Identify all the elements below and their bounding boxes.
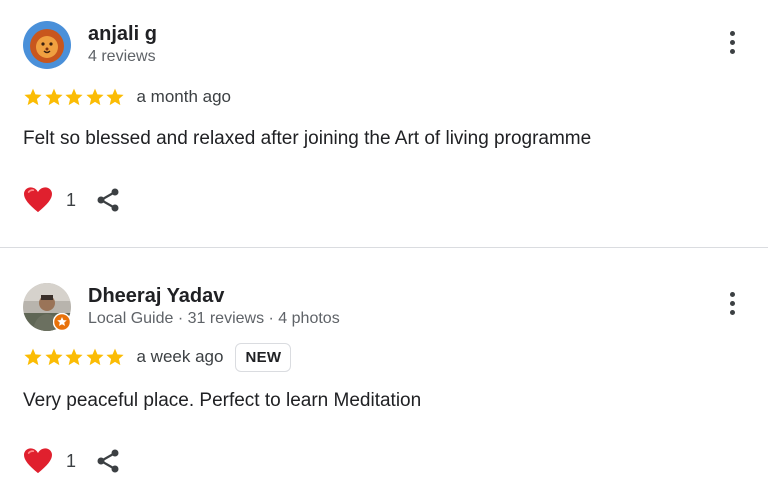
star-icon (85, 348, 104, 366)
heart-icon[interactable] (23, 447, 53, 475)
profile-photo-avatar[interactable] (23, 283, 71, 331)
star-icon (65, 348, 83, 366)
rating-row: a month ago (23, 85, 231, 109)
star-icon (24, 88, 42, 106)
share-icon[interactable] (95, 187, 121, 213)
lion-avatar-icon[interactable] (23, 21, 71, 69)
heart-icon[interactable] (23, 186, 53, 214)
star-icon (24, 348, 42, 366)
share-icon[interactable] (95, 448, 121, 474)
reviewer-meta: 4 reviews (88, 48, 156, 65)
reviewer-name[interactable]: anjali g (88, 22, 157, 46)
review-card: anjali g 4 reviews a month ago Felt so b… (0, 0, 768, 247)
more-options-icon[interactable] (724, 31, 740, 59)
local-guide-badge-icon (53, 313, 71, 331)
star-icon (65, 88, 83, 106)
review-time: a week ago (136, 347, 224, 366)
review-time: a month ago (136, 87, 232, 106)
review-text: Very peaceful place. Perfect to learn Me… (23, 390, 422, 411)
review-text: Felt so blessed and relaxed after joinin… (23, 128, 592, 149)
review-card: Dheeraj Yadav Local Guide · 31 reviews ·… (0, 248, 768, 492)
star-icon (85, 88, 104, 106)
star-rating (23, 347, 126, 367)
review-actions: 1 (23, 445, 121, 477)
like-count: 1 (66, 189, 77, 210)
star-icon (44, 88, 63, 106)
new-badge: NEW (235, 342, 292, 372)
more-options-icon[interactable] (724, 292, 740, 320)
like-count: 1 (66, 450, 77, 471)
reviewer-meta: Local Guide · 31 reviews · 4 photos (88, 310, 340, 327)
star-icon (106, 88, 124, 106)
rating-row: a week ago NEW (23, 342, 292, 372)
review-actions: 1 (23, 184, 121, 216)
star-rating (23, 87, 126, 107)
reviewer-name[interactable]: Dheeraj Yadav (88, 284, 224, 308)
star-icon (44, 348, 63, 366)
star-icon (106, 348, 124, 366)
